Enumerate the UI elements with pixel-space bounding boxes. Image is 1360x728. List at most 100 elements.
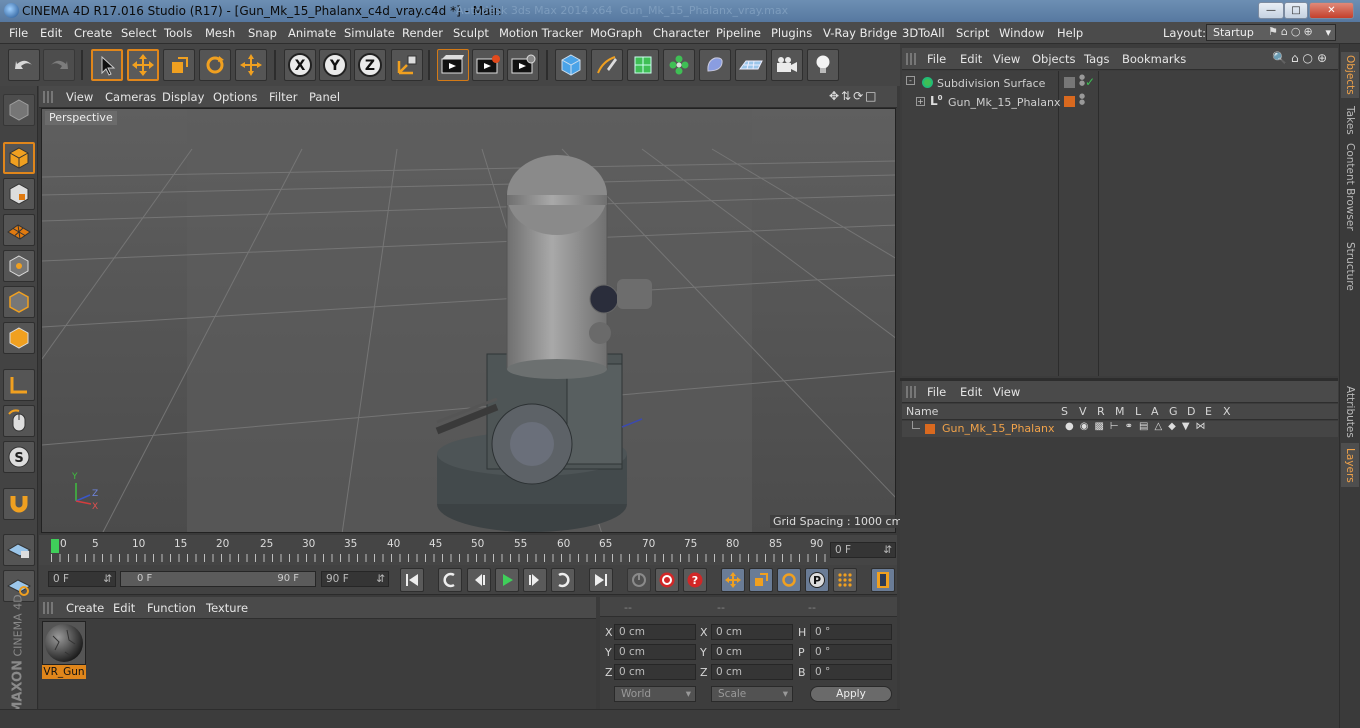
collapse-icon[interactable]: - <box>906 76 915 85</box>
menu-3dtoall[interactable]: 3DToAll <box>902 26 945 40</box>
close-button[interactable]: ✕ <box>1309 2 1354 19</box>
key-pla-button[interactable] <box>833 568 857 592</box>
z-axis-lock-button[interactable]: Z <box>354 49 386 81</box>
record-keys-button[interactable] <box>655 568 679 592</box>
camera-button[interactable] <box>771 49 803 81</box>
menu-mesh[interactable]: Mesh <box>205 26 235 40</box>
points-mode-button[interactable] <box>3 250 35 282</box>
expand-icon[interactable]: + <box>916 97 925 106</box>
floor-button[interactable] <box>735 49 767 81</box>
layer-color-swatch[interactable] <box>925 424 935 434</box>
objects-menu-file[interactable]: File <box>927 52 946 66</box>
objects-menu-bookmarks[interactable]: Bookmarks <box>1122 52 1186 66</box>
deformer-button[interactable] <box>699 49 731 81</box>
menu-simulate[interactable]: Simulate <box>344 26 395 40</box>
menu-tools[interactable]: Tools <box>164 26 192 40</box>
viewport-menu-view[interactable]: View <box>66 90 93 104</box>
column-generators[interactable]: G <box>1169 405 1178 418</box>
layers-menu-edit[interactable]: Edit <box>960 385 982 399</box>
key-parameter-button[interactable]: P <box>805 568 829 592</box>
render-view-button[interactable] <box>437 49 469 81</box>
menu-snap[interactable]: Snap <box>248 26 277 40</box>
play-button[interactable] <box>495 568 519 592</box>
position-y-field[interactable]: 0 cm <box>614 644 696 660</box>
end-frame-field[interactable]: 90 F ⇵ <box>321 571 389 587</box>
tab-takes[interactable]: Takes <box>1341 100 1359 140</box>
tab-layers[interactable]: Layers <box>1341 443 1359 487</box>
material-name-label[interactable]: VR_Gun <box>42 665 86 679</box>
tab-structure[interactable]: Structure <box>1341 236 1359 296</box>
enabled-check-icon[interactable]: ✓ <box>1085 75 1095 89</box>
tab-attributes[interactable]: Attributes <box>1341 382 1359 442</box>
viewport-menu-filter[interactable]: Filter <box>269 90 297 104</box>
material-menu-function[interactable]: Function <box>147 601 196 615</box>
timeline-window-button[interactable] <box>871 568 895 592</box>
rotate-tool-button[interactable] <box>199 49 231 81</box>
object-row[interactable]: - Subdivision Surface ● ● ✓ <box>902 74 1338 92</box>
menu-mograph[interactable]: MoGraph <box>590 26 642 40</box>
previous-key-button[interactable] <box>438 568 462 592</box>
column-locked[interactable]: L <box>1135 405 1141 418</box>
go-to-start-button[interactable] <box>400 568 424 592</box>
viewport-menu-panel[interactable]: Panel <box>309 90 340 104</box>
maximize-button[interactable]: □ <box>1284 2 1308 19</box>
objects-menu-view[interactable]: View <box>993 52 1020 66</box>
object-name[interactable]: Subdivision Surface <box>937 77 1045 90</box>
playhead-marker[interactable] <box>51 539 59 553</box>
column-solo[interactable]: S <box>1061 405 1068 418</box>
rotation-p-field[interactable]: 0 ° <box>810 644 892 660</box>
apply-button[interactable]: Apply <box>810 686 892 702</box>
coordinate-space-select[interactable]: World ▾ <box>614 686 696 702</box>
light-button[interactable] <box>807 49 839 81</box>
cube-primitive-button[interactable] <box>555 49 587 81</box>
menu-character[interactable]: Character <box>653 26 710 40</box>
column-view[interactable]: V <box>1079 405 1087 418</box>
size-y-field[interactable]: 0 cm <box>711 644 793 660</box>
key-rotation-button[interactable] <box>777 568 801 592</box>
objects-menu-tags[interactable]: Tags <box>1084 52 1109 66</box>
viewport-menu-cameras[interactable]: Cameras <box>105 90 156 104</box>
rotation-b-field[interactable]: 0 ° <box>810 664 892 680</box>
column-render[interactable]: R <box>1097 405 1105 418</box>
next-frame-button[interactable] <box>523 568 547 592</box>
objects-menu-edit[interactable]: Edit <box>960 52 982 66</box>
visibility-dots[interactable]: ● ● <box>1079 93 1085 106</box>
material-swatch[interactable] <box>42 621 86 665</box>
tab-content-browser[interactable]: Content Browser <box>1341 142 1359 232</box>
material-menu-edit[interactable]: Edit <box>113 601 135 615</box>
go-to-end-button[interactable] <box>589 568 613 592</box>
subdivision-surface-button[interactable] <box>627 49 659 81</box>
layer-color-icon[interactable] <box>1064 96 1075 107</box>
live-selection-button[interactable] <box>91 49 123 81</box>
menu-plugins[interactable]: Plugins <box>771 26 812 40</box>
column-xref[interactable]: X <box>1223 405 1231 418</box>
size-mode-select[interactable]: Scale ▾ <box>711 686 793 702</box>
axis-mode-button[interactable] <box>3 369 35 401</box>
layer-toggle-icons[interactable]: ●◉▩⊢⚭▤△◆▼⋈ <box>1065 421 1212 432</box>
viewport-menu-options[interactable]: Options <box>213 90 257 104</box>
texture-mode-button[interactable] <box>3 178 35 210</box>
autokeying-button[interactable]: ? <box>683 568 707 592</box>
workplane-mode-button[interactable] <box>3 214 35 246</box>
key-position-button[interactable] <box>721 568 745 592</box>
undo-button[interactable] <box>8 49 40 81</box>
column-name[interactable]: Name <box>906 405 938 418</box>
x-axis-lock-button[interactable]: X <box>284 49 316 81</box>
rotation-h-field[interactable]: 0 ° <box>810 624 892 640</box>
column-manager[interactable]: M <box>1115 405 1125 418</box>
object-name[interactable]: Gun_Mk_15_Phalanx <box>948 96 1060 109</box>
size-x-field[interactable]: 0 cm <box>711 624 793 640</box>
tweak-mode-button[interactable] <box>3 405 35 437</box>
object-row[interactable]: + L0 Gun_Mk_15_Phalanx ● ● <box>902 93 1338 111</box>
spline-pen-button[interactable] <box>591 49 623 81</box>
objects-header-icons[interactable]: 🔍⌂○⊕ <box>1272 51 1331 65</box>
menu-create[interactable]: Create <box>74 26 112 40</box>
editor-visibility-icon[interactable] <box>1064 77 1075 88</box>
recent-tool-button[interactable] <box>235 49 267 81</box>
position-x-field[interactable]: 0 cm <box>614 624 696 640</box>
column-expressions[interactable]: E <box>1205 405 1212 418</box>
material-menu-texture[interactable]: Texture <box>206 601 248 615</box>
snap-button[interactable]: S <box>3 441 35 473</box>
keyframe-selection-button[interactable] <box>627 568 651 592</box>
current-frame-field[interactable]: 0 F ⇵ <box>830 542 896 558</box>
